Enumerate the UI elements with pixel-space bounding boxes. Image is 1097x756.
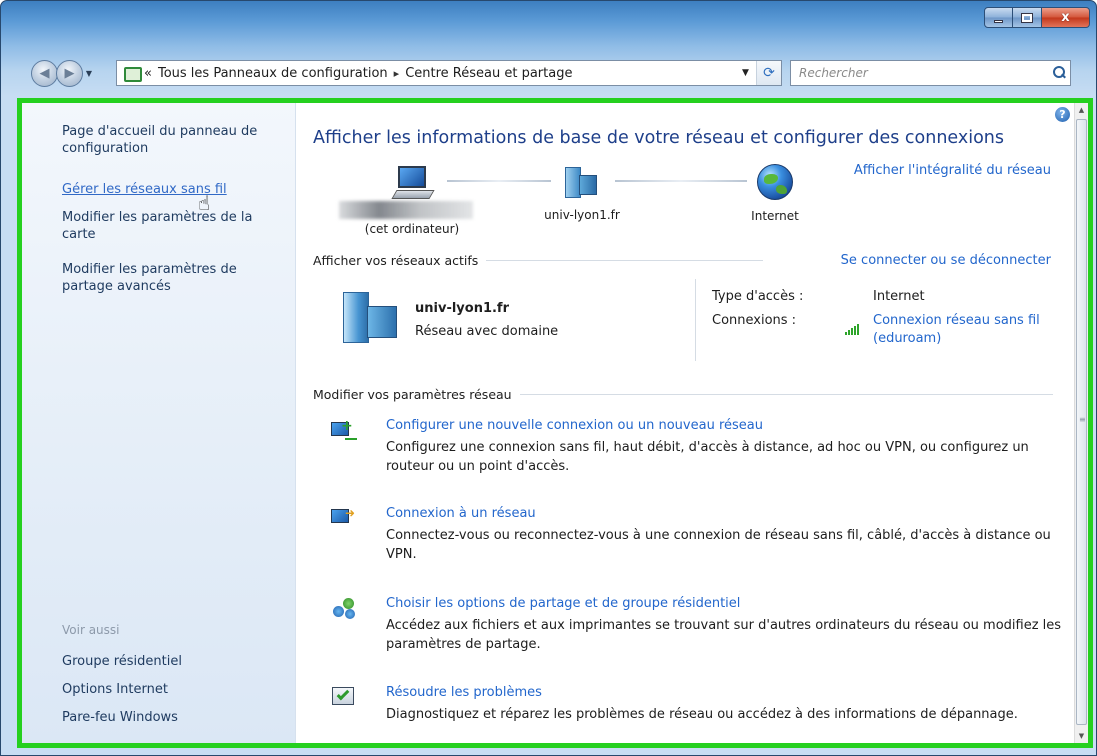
sidebar-item-manage-wireless[interactable]: Gérer les réseaux sans fil xyxy=(62,181,280,198)
see-also-windows-firewall[interactable]: Pare-feu Windows xyxy=(62,709,280,726)
chevron-down-icon: ▼ xyxy=(85,69,93,78)
search-box[interactable]: Rechercher xyxy=(790,60,1071,86)
maximize-icon xyxy=(1021,12,1033,23)
caption-buttons: x xyxy=(984,7,1090,28)
internet-globe-icon[interactable] xyxy=(757,164,793,200)
map-node-domain: univ-lyon1.fr xyxy=(544,208,620,222)
map-node-this-computer: (cet ordinateur) xyxy=(364,222,460,236)
network-name: univ-lyon1.fr xyxy=(415,301,510,316)
page-title: Afficher les informations de base de vot… xyxy=(313,128,1005,148)
back-button[interactable]: ◀ xyxy=(31,60,58,87)
troubleshoot-icon xyxy=(331,685,357,709)
maximize-button[interactable] xyxy=(1013,7,1042,28)
modify-settings-heading-label: Modifier vos paramètres réseau xyxy=(313,387,512,402)
new-connection-icon: + xyxy=(331,418,357,442)
task-new-connection-link[interactable]: Configurer une nouvelle connexion ou un … xyxy=(386,418,763,433)
task-connect-network-description: Connectez-vous ou reconnectez-vous à une… xyxy=(386,528,1051,562)
task-new-connection-description: Configurez une connexion sans fil, haut … xyxy=(386,440,1029,474)
task-sharing-options-description: Accédez aux fichiers et aux imprimantes … xyxy=(386,618,1062,652)
breadcrumb-separator-icon[interactable]: ▸ xyxy=(394,67,400,80)
refresh-icon[interactable]: ⟳ xyxy=(757,61,781,85)
map-node-internet: Internet xyxy=(751,209,799,223)
sidebar-item-adapter-settings[interactable]: Modifier les paramètres de la carte xyxy=(62,209,280,243)
connect-disconnect-link[interactable]: Se connecter ou se déconnecter xyxy=(841,253,1051,268)
modify-settings-heading: Modifier vos paramètres réseau xyxy=(313,387,1053,402)
back-arrow-icon: ◀ xyxy=(39,66,50,81)
network-category-link[interactable]: Réseau avec domaine xyxy=(415,324,558,339)
scroll-up-arrow-icon[interactable]: ▲ xyxy=(1075,103,1088,117)
connections-label: Connexions : xyxy=(712,313,797,328)
hand-cursor-icon: ☝ xyxy=(198,191,211,215)
scrollbar-grip-icon: ≡ xyxy=(1079,415,1086,424)
scroll-down-arrow-icon[interactable]: ▼ xyxy=(1075,729,1088,743)
see-also-internet-options[interactable]: Options Internet xyxy=(62,681,280,698)
domain-network-icon[interactable] xyxy=(565,167,601,199)
address-bar[interactable]: « Tous les Panneaux de configuration ▸ C… xyxy=(116,60,782,86)
wireless-connection-ssid-link[interactable]: (eduroam) xyxy=(873,331,941,346)
active-networks-heading-label: Afficher vos réseaux actifs xyxy=(313,253,479,268)
connect-network-icon: ➜ xyxy=(331,506,357,530)
computer-icon[interactable] xyxy=(391,166,435,202)
help-icon[interactable]: ? xyxy=(1055,107,1070,122)
navigation-buttons: ◀ ▶ ▼ xyxy=(31,60,95,87)
access-type-value: Internet xyxy=(873,289,925,304)
recent-pages-dropdown[interactable]: ▼ xyxy=(83,66,95,81)
map-connector-line xyxy=(615,180,747,182)
sharing-options-icon xyxy=(331,596,357,620)
scrollbar-thumb[interactable]: ≡ xyxy=(1076,119,1087,725)
task-sharing-options: Choisir les options de partage et de gro… xyxy=(331,596,1061,656)
sidebar-home-link[interactable]: Page d'accueil du panneau de configurati… xyxy=(62,123,280,157)
active-networks-heading: Afficher vos réseaux actifs xyxy=(313,253,763,268)
address-dropdown-button[interactable]: ▼ xyxy=(735,61,757,85)
view-full-map-link[interactable]: Afficher l'intégralité du réseau xyxy=(854,163,1051,178)
task-troubleshoot-description: Diagnostiquez et réparez les problèmes d… xyxy=(386,707,1018,722)
close-button[interactable]: x xyxy=(1042,7,1090,28)
computer-name-redacted xyxy=(339,201,473,219)
task-troubleshoot: Résoudre les problèmes Diagnostiquez et … xyxy=(331,685,1061,729)
active-network-icon xyxy=(343,292,403,344)
task-troubleshoot-link[interactable]: Résoudre les problèmes xyxy=(386,685,542,700)
wireless-connection-link[interactable]: Connexion réseau sans fil xyxy=(873,313,1040,328)
wifi-signal-icon xyxy=(845,323,861,335)
divider xyxy=(695,279,696,361)
sidebar-item-advanced-sharing[interactable]: Modifier les paramètres de partage avanc… xyxy=(62,261,280,295)
main-pane: ? Afficher les informations de base de v… xyxy=(297,103,1088,743)
breadcrumb-network-center[interactable]: Centre Réseau et partage xyxy=(405,66,572,81)
task-connect-network: ➜ Connexion à un réseau Connectez-vous o… xyxy=(331,506,1061,566)
task-pane: Page d'accueil du panneau de configurati… xyxy=(22,103,296,743)
task-connect-network-link[interactable]: Connexion à un réseau xyxy=(386,506,536,521)
network-sharing-center-window: x ◀ ▶ ▼ « Tous les Panneaux de configura… xyxy=(0,0,1097,756)
search-icon[interactable] xyxy=(1048,62,1070,84)
see-also-heading: Voir aussi xyxy=(62,623,120,637)
see-also-homegroup[interactable]: Groupe résidentiel xyxy=(62,653,280,670)
access-type-label: Type d'accès : xyxy=(712,289,804,304)
breadcrumb-overflow-icon[interactable]: « xyxy=(144,66,152,81)
task-sharing-options-link[interactable]: Choisir les options de partage et de gro… xyxy=(386,596,740,611)
search-input[interactable]: Rechercher xyxy=(799,66,1048,80)
breadcrumb-control-panel[interactable]: Tous les Panneaux de configuration xyxy=(158,66,388,81)
task-new-connection: + Configurer une nouvelle connexion ou u… xyxy=(331,418,1061,478)
content-area: Page d'accueil du panneau de configurati… xyxy=(17,98,1093,748)
minimize-button[interactable] xyxy=(984,7,1013,28)
forward-button[interactable]: ▶ xyxy=(56,60,83,87)
control-panel-icon xyxy=(122,64,142,82)
minimize-icon xyxy=(994,19,1003,23)
vertical-scrollbar[interactable]: ▲ ≡ ▼ xyxy=(1074,103,1088,743)
forward-arrow-icon: ▶ xyxy=(64,66,75,81)
map-connector-line xyxy=(447,180,551,182)
close-icon: x xyxy=(1061,10,1070,25)
